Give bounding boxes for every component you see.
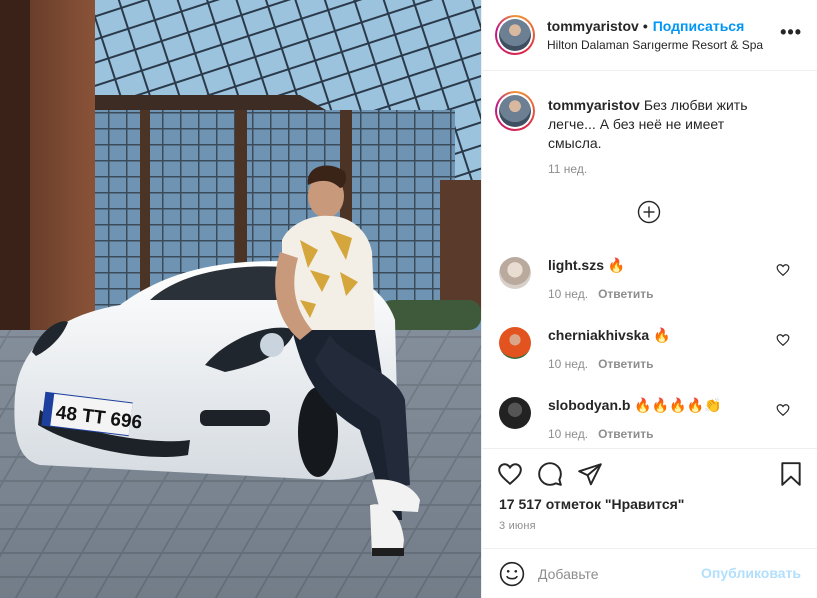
add-comment-bar: Опубликовать bbox=[482, 548, 817, 598]
share-icon[interactable] bbox=[577, 461, 603, 487]
plus-circle-icon[interactable] bbox=[637, 200, 661, 224]
post-actions: 17 517 отметок "Нравится" 3 июня Опублик… bbox=[482, 448, 817, 598]
follow-button[interactable]: Подписаться bbox=[653, 18, 745, 34]
comment-meta: 10 нед. Ответить bbox=[548, 287, 654, 301]
comment-body: 🔥 bbox=[607, 257, 626, 273]
comment-meta: 10 нед. Ответить bbox=[548, 427, 654, 441]
post-date[interactable]: 3 июня bbox=[499, 520, 536, 532]
reply-button[interactable]: Ответить bbox=[598, 427, 653, 441]
comment-item: cherniakhivska 🔥 10 нед. Ответить bbox=[482, 327, 817, 387]
reply-button[interactable]: Ответить bbox=[598, 357, 653, 371]
post-photo[interactable]: 48 TT 696 bbox=[0, 0, 481, 598]
reply-button[interactable]: Ответить bbox=[598, 287, 653, 301]
header-title-line: tommyaristov • Подписаться bbox=[547, 18, 744, 34]
caption-avatar[interactable] bbox=[495, 91, 535, 131]
emoji-icon[interactable] bbox=[499, 561, 525, 587]
comment-body: 🔥🔥🔥🔥👏 bbox=[634, 397, 722, 413]
caption-timestamp[interactable]: 11 нед. bbox=[548, 162, 587, 176]
post-header: tommyaristov • Подписаться Hilton Dalaman … bbox=[482, 0, 817, 71]
comment-time[interactable]: 10 нед. bbox=[548, 287, 588, 301]
comment-time[interactable]: 10 нед. bbox=[548, 357, 588, 371]
comment-text: cherniakhivska 🔥 bbox=[548, 327, 671, 344]
comment-meta: 10 нед. Ответить bbox=[548, 357, 654, 371]
separator-dot: • bbox=[642, 18, 648, 34]
commenter-avatar[interactable] bbox=[499, 257, 531, 289]
heart-icon[interactable] bbox=[776, 333, 790, 347]
post-panel: tommyaristov • Подписаться Hilton Dalaman … bbox=[481, 0, 817, 598]
comment-username[interactable]: light.szs bbox=[548, 257, 604, 273]
caption-username[interactable]: tommyaristov bbox=[548, 97, 640, 113]
commenter-avatar[interactable] bbox=[499, 327, 531, 359]
author-avatar[interactable] bbox=[495, 15, 535, 55]
comment-text: slobodyan.b 🔥🔥🔥🔥👏 bbox=[548, 397, 722, 414]
heart-icon[interactable] bbox=[776, 403, 790, 417]
heart-icon[interactable] bbox=[776, 263, 790, 277]
commenter-avatar[interactable] bbox=[499, 397, 531, 429]
publish-button[interactable]: Опубликовать bbox=[701, 565, 801, 581]
more-icon[interactable]: ••• bbox=[780, 23, 802, 41]
post-location[interactable]: Hilton Dalaman Sarıgerme Resort & Spa bbox=[547, 38, 763, 52]
likes-count[interactable]: 17 517 отметок "Нравится" bbox=[499, 496, 684, 512]
comment-time[interactable]: 10 нед. bbox=[548, 427, 588, 441]
comment-body: 🔥 bbox=[653, 327, 671, 343]
photo-scene: 48 TT 696 bbox=[0, 0, 481, 598]
comment-item: light.szs 🔥 10 нед. Ответить bbox=[482, 257, 817, 317]
comment-icon[interactable] bbox=[537, 461, 563, 487]
comment-username[interactable]: cherniakhivska bbox=[548, 327, 649, 343]
comment-input[interactable] bbox=[538, 563, 718, 585]
comment-text: light.szs 🔥 bbox=[548, 257, 625, 274]
author-username[interactable]: tommyaristov bbox=[547, 18, 639, 34]
bookmark-icon[interactable] bbox=[778, 461, 804, 487]
post-caption: tommyaristov Без любви жить легче... А бе… bbox=[548, 96, 778, 153]
like-heart-icon[interactable] bbox=[497, 461, 523, 487]
comment-username[interactable]: slobodyan.b bbox=[548, 397, 630, 413]
